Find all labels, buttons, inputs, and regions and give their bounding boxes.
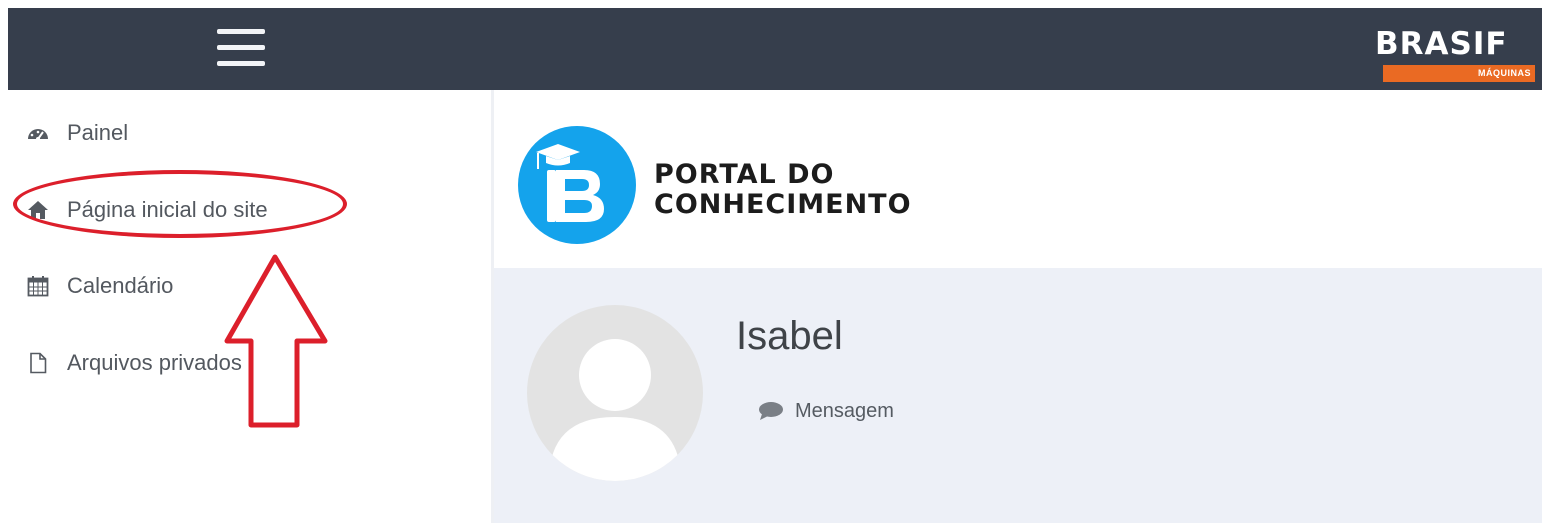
- sidebar-item-calendario[interactable]: Calendário: [27, 266, 173, 306]
- calendar-icon: [27, 276, 49, 297]
- portal-logo[interactable]: [518, 126, 636, 244]
- sidebar-item-label: Arquivos privados: [67, 350, 242, 375]
- user-name: Isabel: [736, 314, 843, 358]
- graduation-cap-b-icon: [536, 144, 604, 222]
- page-header: PORTAL DO CONHECIMENTO: [494, 90, 1542, 268]
- message-label: Mensagem: [795, 399, 894, 422]
- brand-subtitle-bar: MÁQUINAS: [1383, 65, 1535, 82]
- portal-title-line2: CONHECIMENTO: [654, 189, 912, 220]
- brasif-logo[interactable]: BRASIF MÁQUINAS: [1363, 26, 1535, 82]
- brand-subtitle: MÁQUINAS: [1478, 68, 1531, 78]
- dashboard-icon: [28, 129, 48, 141]
- top-navbar: BRASIF MÁQUINAS: [8, 8, 1542, 90]
- speech-bubble-icon: [759, 402, 783, 420]
- main-content: PORTAL DO CONHECIMENTO Isabel Mensagem: [494, 90, 1542, 523]
- file-icon: [30, 352, 47, 374]
- sidebar-item-label: Painel: [67, 120, 129, 145]
- red-up-arrow-annotation: [224, 254, 328, 428]
- profile-header: Isabel Mensagem: [494, 268, 1542, 523]
- default-user-avatar-icon: [549, 339, 681, 481]
- hamburger-menu-icon[interactable]: [217, 27, 265, 69]
- screenshot-frame: BRASIF MÁQUINAS Painel Página inicial do…: [0, 0, 1542, 523]
- portal-title-line1: PORTAL DO: [654, 159, 835, 190]
- avatar[interactable]: [527, 305, 703, 481]
- sidebar-item-painel[interactable]: Painel: [27, 113, 128, 153]
- highlight-ellipse-annotation: [13, 170, 347, 238]
- brand-name: BRASIF: [1375, 26, 1508, 62]
- message-button[interactable]: Mensagem: [758, 396, 894, 426]
- sidebar-item-arquivos-privados[interactable]: Arquivos privados: [27, 343, 242, 383]
- sidebar-item-label: Calendário: [67, 273, 174, 298]
